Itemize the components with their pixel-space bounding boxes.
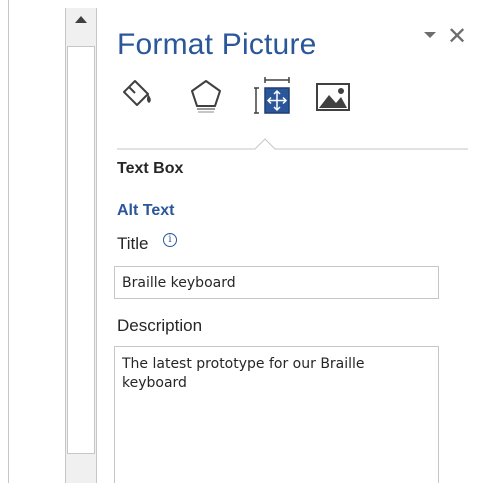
size-position-icon[interactable] bbox=[254, 76, 294, 118]
section-alt-text[interactable]: Alt Text bbox=[117, 202, 174, 220]
picture-icon[interactable] bbox=[314, 76, 354, 118]
tab-selection-indicator bbox=[117, 138, 468, 150]
description-input[interactable]: The latest prototype for our Braille key… bbox=[114, 346, 439, 483]
scrollbar-thumb[interactable] bbox=[67, 46, 95, 454]
pentagon-icon[interactable] bbox=[188, 76, 228, 118]
chevron-down-icon[interactable] bbox=[424, 32, 436, 38]
description-label: Description bbox=[117, 316, 203, 335]
close-icon[interactable]: ✕ bbox=[447, 24, 467, 48]
title-input[interactable] bbox=[114, 266, 439, 299]
triangle-up-icon bbox=[75, 16, 87, 23]
scroll-up-button[interactable] bbox=[66, 8, 96, 34]
title-label: Title bbox=[117, 234, 149, 253]
info-icon[interactable]: i bbox=[163, 233, 177, 247]
paint-bucket-icon[interactable] bbox=[120, 76, 160, 118]
pane-title: Format Picture bbox=[117, 28, 317, 61]
vertical-scrollbar[interactable] bbox=[65, 8, 97, 483]
section-text-box[interactable]: Text Box bbox=[117, 160, 183, 178]
pane-left-border bbox=[8, 0, 9, 483]
